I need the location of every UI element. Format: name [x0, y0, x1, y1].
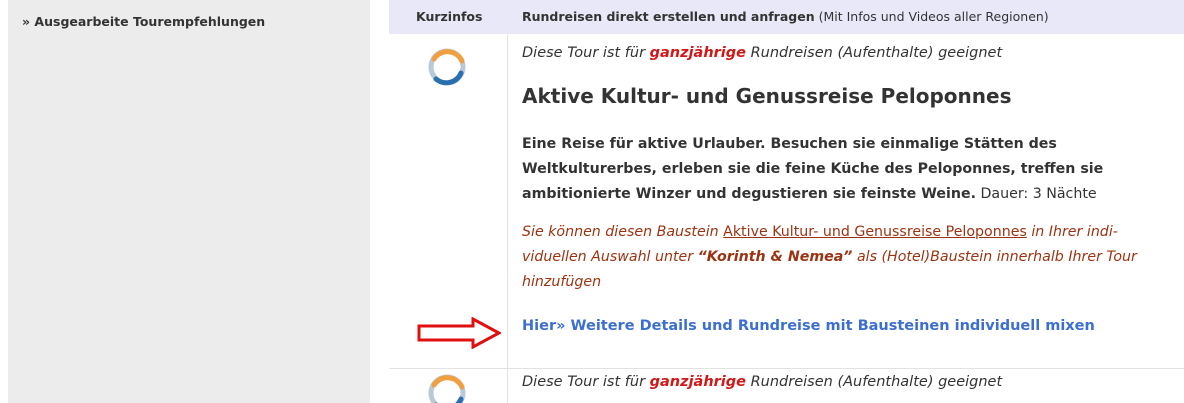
ring-logo-icon	[428, 48, 466, 86]
header-rundreisen-rest: (Mit Infos und Videos aller Regionen)	[814, 9, 1049, 24]
ring-logo-icon	[428, 374, 466, 403]
tour-suitability: Diese Tour ist für ganzjährige Rundreise…	[522, 374, 1172, 390]
suitability-suffix: Rundreisen (Aufenthalte) geeignet	[745, 374, 1003, 390]
tour-duration: Dauer: 3 Nächte	[975, 186, 1097, 202]
red-outline-arrow-icon	[417, 317, 501, 349]
tour-description: Eine Reise für aktive Urlauber. Besuchen…	[522, 132, 1172, 207]
baustein-note: Sie können diesen Baustein Aktive Kultur…	[522, 220, 1172, 295]
tour-title: Aktive Kultur- und Genussreise Peloponne…	[522, 84, 1012, 108]
column-divider	[507, 34, 508, 403]
header-kurzinfos: Kurzinfos	[416, 9, 483, 24]
table-header: Kurzinfos Rundreisen direkt erstellen un…	[389, 0, 1184, 34]
suitability-prefix: Diese Tour ist für	[522, 45, 650, 61]
suitability-highlight: ganzjährige	[649, 374, 746, 390]
page: » Ausgearbeite Tourempfehlungen Kurzinfo…	[0, 0, 1184, 403]
header-rundreisen: Rundreisen direkt erstellen und anfragen…	[522, 9, 1049, 24]
header-rundreisen-strong: Rundreisen direkt erstellen und anfragen	[522, 9, 815, 24]
tour-suitability: Diese Tour ist für ganzjährige Rundreise…	[522, 45, 1172, 61]
baustein-prefix: Sie können diesen Baustein	[522, 224, 724, 240]
suitability-suffix: Rundreisen (Aufenthalte) geeignet	[745, 45, 1003, 61]
baustein-link[interactable]: Aktive Kultur- und Genussreise Peloponne…	[723, 224, 1027, 240]
sidebar: » Ausgearbeite Tourempfehlungen	[8, 0, 370, 403]
baustein-location: “Korinth & Nemea”	[697, 249, 853, 265]
sidebar-link-tourempfehlungen[interactable]: » Ausgearbeite Tourempfehlungen	[22, 14, 265, 29]
tour-table: Kurzinfos Rundreisen direkt erstellen un…	[389, 0, 1184, 403]
suitability-highlight: ganzjährige	[649, 45, 746, 61]
details-link[interactable]: Hier» Weitere Details und Rundreise mit …	[522, 318, 1095, 334]
row-divider	[389, 368, 1184, 369]
suitability-prefix: Diese Tour ist für	[522, 374, 650, 390]
